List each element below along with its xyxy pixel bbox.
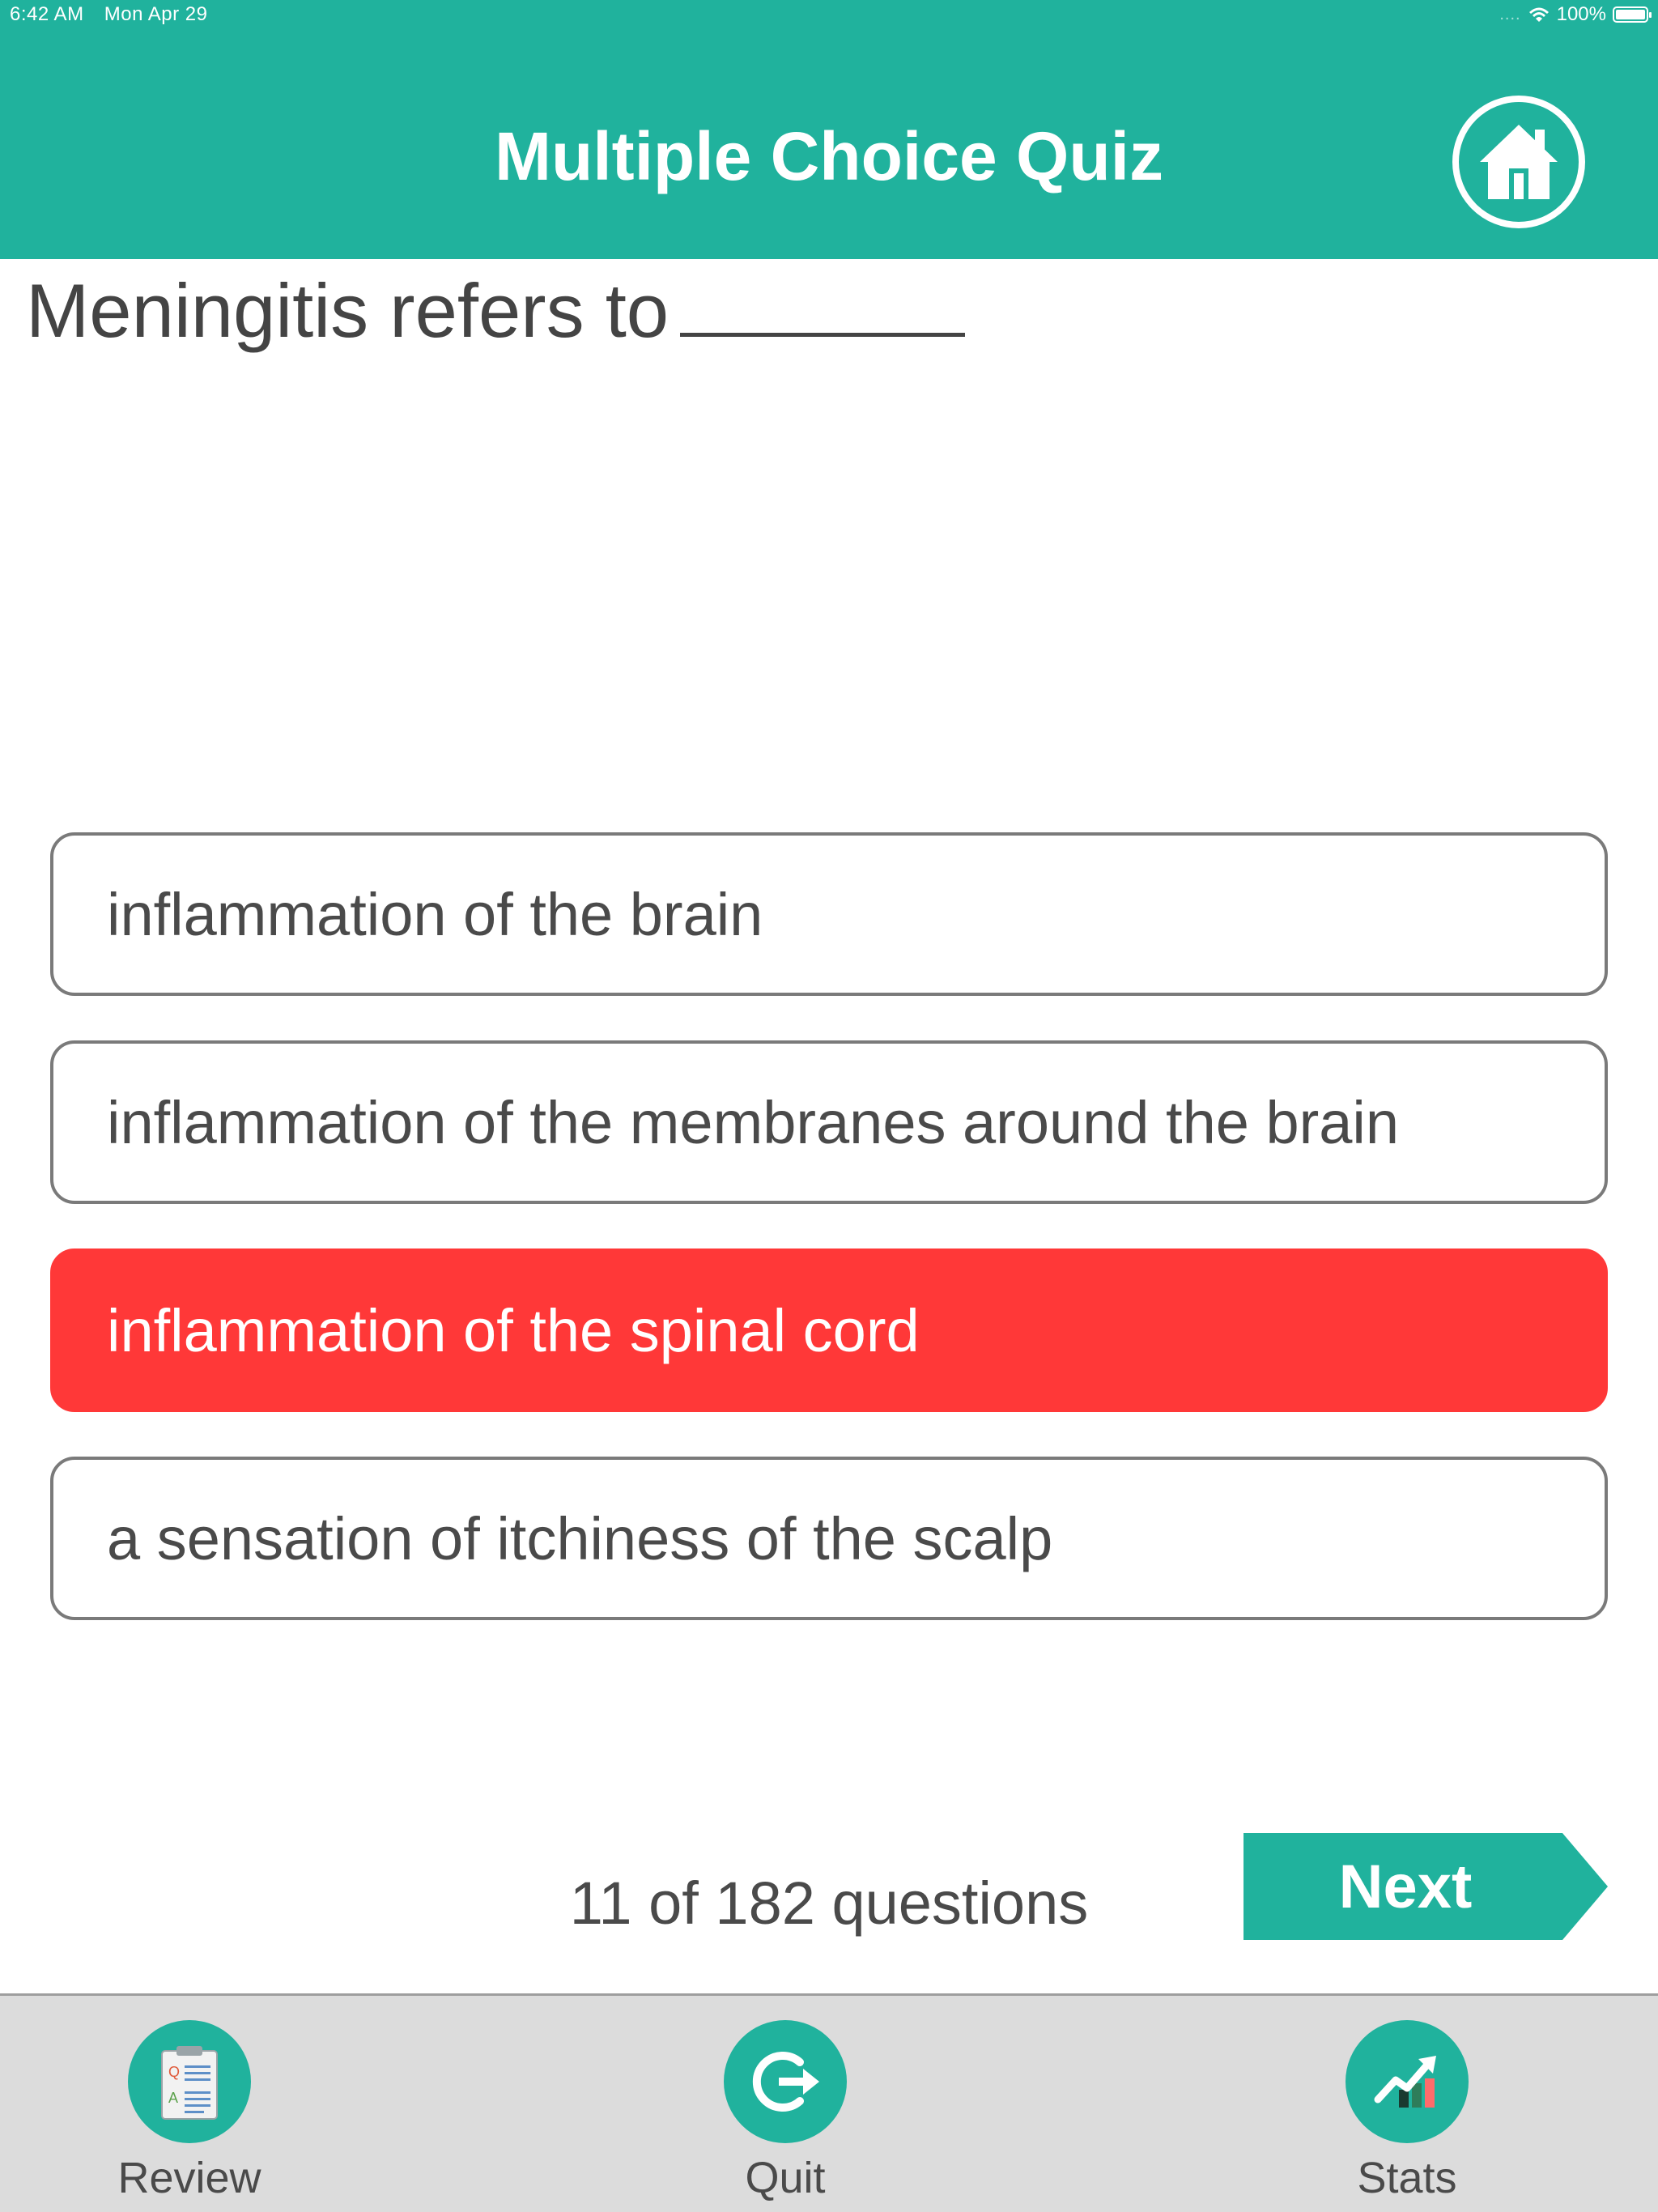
- app-header: 6:42 AM Mon Apr 29 .... 100% Multiple Ch…: [0, 0, 1658, 259]
- chart-trend-icon: [1374, 2056, 1436, 2108]
- battery-icon: [1613, 6, 1652, 23]
- tab-quit-label: Quit: [745, 2154, 826, 2202]
- bottom-tab-bar: Q A Review Quit Stats: [0, 1993, 1658, 2212]
- svg-text:A: A: [168, 2090, 178, 2106]
- exit-arrow-icon: [752, 2052, 819, 2112]
- answer-option-3-wrong[interactable]: inflammation of the spinal cord: [50, 1249, 1608, 1412]
- home-button[interactable]: [1452, 96, 1585, 228]
- home-icon: [1480, 125, 1558, 199]
- clipboard-qa-icon: Q A: [161, 2046, 218, 2120]
- battery-percent: 100%: [1556, 3, 1606, 25]
- answer-option-label: inflammation of the membranes around the…: [107, 1088, 1399, 1156]
- quit-icon-circle: [724, 2020, 847, 2143]
- wifi-icon: [1528, 7, 1549, 22]
- answer-option-label: a sensation of itchiness of the scalp: [107, 1504, 1053, 1572]
- answer-options: inflammation of the brain inflammation o…: [50, 832, 1608, 1665]
- review-icon-circle: Q A: [128, 2020, 251, 2143]
- answer-option-1[interactable]: inflammation of the brain: [50, 832, 1608, 996]
- tab-review-label: Review: [117, 2154, 261, 2202]
- status-bar-left: 6:42 AM Mon Apr 29: [10, 3, 222, 26]
- signal-icon: ....: [1499, 5, 1521, 23]
- tab-stats-label: Stats: [1357, 2154, 1457, 2202]
- tab-review[interactable]: Q A Review: [68, 2020, 311, 2203]
- stats-icon-circle: [1346, 2020, 1469, 2143]
- svg-text:Q: Q: [168, 2064, 180, 2080]
- question-blank: [680, 268, 966, 337]
- status-date: Mon Apr 29: [104, 3, 208, 25]
- next-button-label: Next: [1338, 1852, 1473, 1921]
- answer-option-label: inflammation of the brain: [107, 880, 763, 948]
- page-title: Multiple Choice Quiz: [494, 118, 1163, 194]
- status-time: 6:42 AM: [10, 3, 84, 25]
- answer-option-label: inflammation of the spinal cord: [107, 1296, 920, 1364]
- tab-stats[interactable]: Stats: [1286, 2020, 1528, 2203]
- next-button[interactable]: Next: [1244, 1833, 1608, 1940]
- answer-option-2[interactable]: inflammation of the membranes around the…: [50, 1040, 1608, 1204]
- answer-option-4[interactable]: a sensation of itchiness of the scalp: [50, 1457, 1608, 1620]
- question-label: Meningitis refers to: [26, 268, 670, 353]
- question-text: Meningitis refers to: [26, 267, 966, 355]
- status-bar-right: .... 100%: [1499, 3, 1652, 26]
- tab-quit[interactable]: Quit: [664, 2020, 907, 2203]
